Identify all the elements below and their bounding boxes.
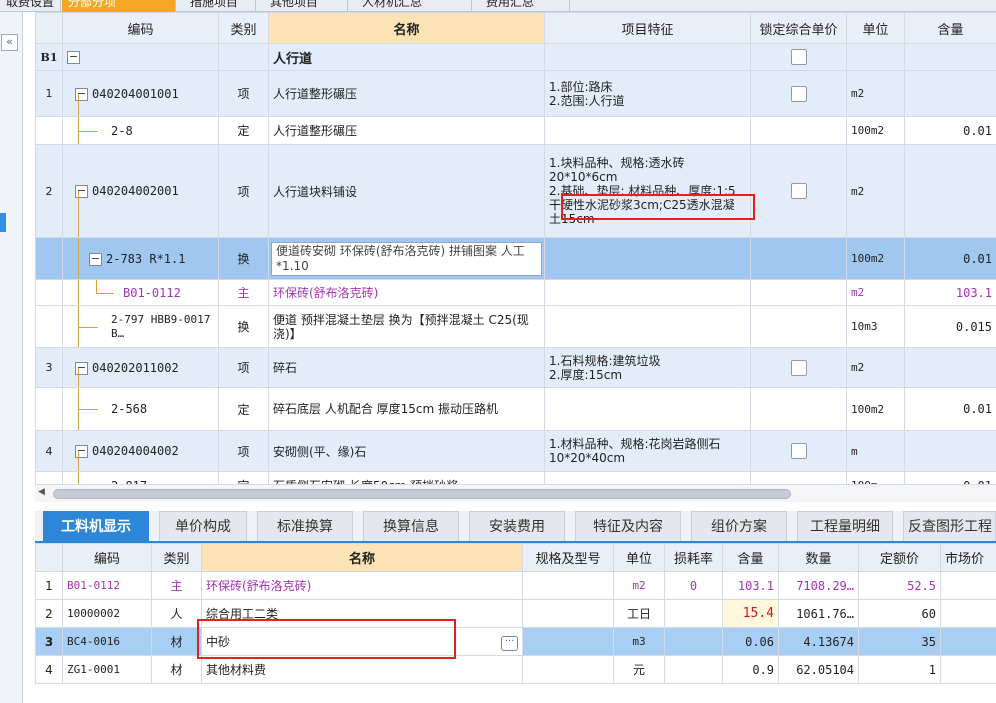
- scrollbar-thumb[interactable]: [53, 489, 791, 499]
- tab-cost-summary[interactable]: 费用汇总: [480, 0, 570, 12]
- tab-reverse-lookup[interactable]: 反查图形工程: [903, 511, 996, 541]
- collapse-icon[interactable]: −: [67, 51, 80, 64]
- resource-grid: 编码 类别 名称 规格及型号 单位 损耗率 含量 数量 定额价 市场价 1 B0…: [35, 543, 996, 703]
- col-code[interactable]: 编码: [62, 543, 152, 572]
- tab-measures[interactable]: 措施项目: [184, 0, 256, 12]
- col-name[interactable]: 名称: [201, 543, 523, 572]
- subitem-grid: 编码 类别 名称 项目特征 锁定综合单价 单位 含量 B1 − 人行道 1 −0…: [35, 12, 996, 484]
- tab-unit-price[interactable]: 单价构成: [159, 511, 247, 541]
- left-selection-marker: [0, 213, 6, 232]
- col-unit[interactable]: 单位: [846, 12, 905, 44]
- collapse-icon[interactable]: −: [75, 445, 88, 458]
- horizontal-scrollbar[interactable]: ◀: [35, 484, 996, 502]
- more-options-icon[interactable]: ···: [501, 635, 518, 651]
- tab-resources[interactable]: 工料机显示: [43, 511, 149, 541]
- lock-price-checkbox[interactable]: [790, 85, 807, 102]
- col-feature[interactable]: 项目特征: [544, 12, 751, 44]
- tab-pricing-plan[interactable]: 组价方案: [691, 511, 787, 541]
- table-row-selected[interactable]: 3 BC4-0016 材 中砂 ··· m3 0.06 4.13674 35 1: [35, 627, 996, 656]
- table-row[interactable]: B01-0112 主 环保砖(舒布洛克砖) m2 103.1: [35, 279, 996, 306]
- table-row[interactable]: 2 −040204002001 项 人行道块料铺设 1.块料品种、规格:透水砖2…: [35, 144, 996, 238]
- collapse-icon[interactable]: −: [89, 252, 102, 266]
- table-row[interactable]: 2-568 定 碎石底层 人机配合 厚度15cm 振动压路机 100m2 0.0…: [35, 387, 996, 431]
- table-row[interactable]: 3 −040202011002 项 碎石 1.石料规格:建筑垃圾 2.厚度:15…: [35, 347, 996, 388]
- table-row[interactable]: 2 10000002 人 综合用工二类 工日 15.4 1061.76… 60: [35, 599, 996, 628]
- col-unit[interactable]: 单位: [613, 543, 665, 572]
- lock-price-checkbox[interactable]: [790, 359, 807, 376]
- resource-grid-header: 编码 类别 名称 规格及型号 单位 损耗率 含量 数量 定额价 市场价: [35, 543, 996, 572]
- col-loss-rate[interactable]: 损耗率: [664, 543, 723, 572]
- col-type[interactable]: 类别: [151, 543, 202, 572]
- detail-tab-strip: 工料机显示 单价构成 标准换算 换算信息 安装费用 特征及内容 组价方案 工程量…: [35, 511, 996, 543]
- col-quota-price[interactable]: 定额价: [858, 543, 941, 572]
- tab-quantity-detail[interactable]: 工程量明细: [797, 511, 893, 541]
- tab-other-items[interactable]: 其他项目: [264, 0, 348, 12]
- table-row[interactable]: 1 B01-0112 主 环保砖(舒布洛克砖) m2 0 103.1 7108.…: [35, 571, 996, 600]
- col-code[interactable]: 编码: [62, 12, 219, 44]
- tab-conversion-info[interactable]: 换算信息: [363, 511, 459, 541]
- left-panel-strip: «: [0, 12, 23, 703]
- material-name-field[interactable]: 中砂: [206, 635, 230, 649]
- section-name: 人行道: [268, 43, 545, 71]
- table-row[interactable]: 4 ZG1-0001 材 其他材料费 元 0.9 62.05104 1: [35, 655, 996, 684]
- table-row[interactable]: 1 −040204001001 项 人行道整形碾压 1.部位:路床 2.范围:人…: [35, 70, 996, 117]
- tab-feature-content[interactable]: 特征及内容: [575, 511, 681, 541]
- tab-subitems[interactable]: 分部分项: [62, 0, 176, 12]
- lock-price-checkbox[interactable]: [790, 443, 807, 459]
- collapse-icon[interactable]: −: [75, 361, 88, 375]
- lock-price-checkbox[interactable]: [790, 49, 807, 65]
- collapse-icon[interactable]: −: [75, 87, 88, 101]
- col-market-price[interactable]: 市场价: [940, 543, 996, 572]
- tab-resource-summary[interactable]: 人材机汇总: [356, 0, 472, 12]
- table-row[interactable]: 2-817 定 石质侧石安砌 长度50cm 预拌砂浆 100m 0.01: [35, 471, 996, 484]
- lock-price-checkbox[interactable]: [790, 183, 807, 199]
- tab-fee-settings[interactable]: 取费设置: [0, 0, 62, 12]
- tab-std-conversion[interactable]: 标准换算: [257, 511, 353, 541]
- table-row[interactable]: 2-8 定 人行道整形碾压 100m2 0.01: [35, 116, 996, 145]
- table-row-selected[interactable]: −2-783 R*1.1 换 便道砖安砌 环保砖(舒布洛克砖) 拼铺图案 人工*…: [35, 237, 996, 280]
- collapse-left-icon[interactable]: «: [1, 34, 18, 51]
- table-row[interactable]: 4 −040204004002 项 安砌侧(平、缘)石 1.材料品种、规格:花岗…: [35, 430, 996, 472]
- col-qty[interactable]: 含量: [904, 12, 996, 44]
- table-row[interactable]: 2-797 HBB9-0017 B… 换 便道 预拌混凝土垫层 换为【预拌混凝土…: [35, 305, 996, 348]
- tab-install-fee[interactable]: 安装费用: [469, 511, 565, 541]
- col-content[interactable]: 含量: [722, 543, 779, 572]
- top-tab-strip: 取费设置 分部分项 措施项目 其他项目 人材机汇总 费用汇总: [0, 0, 996, 12]
- section-row[interactable]: B1 − 人行道: [35, 43, 996, 71]
- col-type[interactable]: 类别: [218, 12, 269, 44]
- scroll-left-icon[interactable]: ◀: [38, 487, 45, 497]
- col-amount[interactable]: 数量: [778, 543, 859, 572]
- col-name[interactable]: 名称: [268, 12, 545, 44]
- col-spec[interactable]: 规格及型号: [522, 543, 614, 572]
- grid-header: 编码 类别 名称 项目特征 锁定综合单价 单位 含量: [35, 12, 996, 44]
- collapse-icon[interactable]: −: [75, 185, 88, 198]
- col-lock-price[interactable]: 锁定综合单价: [750, 12, 847, 44]
- name-edit-field[interactable]: 便道砖安砌 环保砖(舒布洛克砖) 拼铺图案 人工*1.10: [271, 241, 542, 276]
